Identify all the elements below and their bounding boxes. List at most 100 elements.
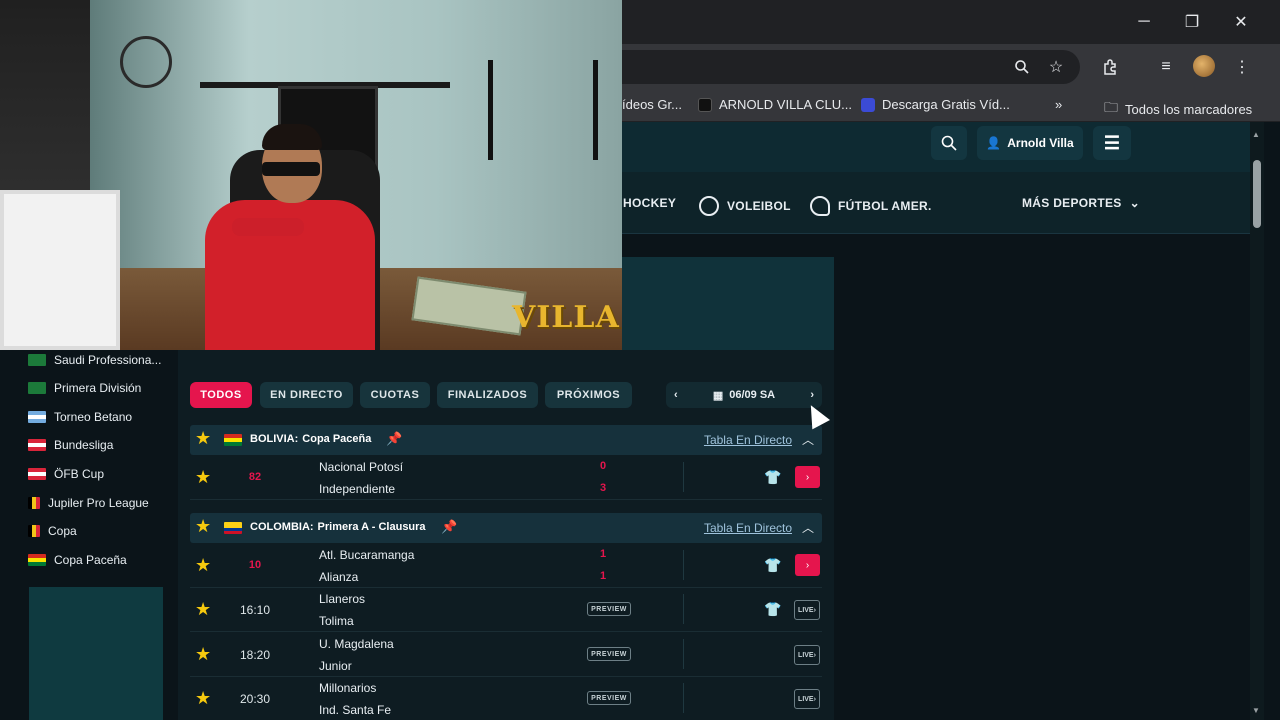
bookmark-star-icon[interactable]: ☆ — [1045, 56, 1067, 78]
tab-finalizados[interactable]: FINALIZADOS — [437, 382, 538, 408]
sidebar-league-item[interactable]: Bundesliga — [28, 438, 113, 452]
away-score: 1 — [599, 570, 607, 582]
pin-icon[interactable]: 📌 — [386, 431, 402, 447]
sport-voleibol[interactable]: VOLEIBOL — [699, 196, 791, 216]
all-bookmarks-button[interactable]: 🗀 Todos los marcadores — [1104, 97, 1252, 121]
match-details-button[interactable]: › — [795, 466, 820, 488]
lineup-shirt-icon[interactable]: 👕 — [764, 601, 781, 617]
more-sports-dropdown[interactable]: MÁS DEPORTES ⌄ — [1022, 196, 1140, 210]
tab-cuotas[interactable]: CUOTAS — [360, 382, 430, 408]
live-button[interactable]: LIVE › — [794, 645, 820, 665]
flag-icon — [28, 497, 40, 509]
home-team: Nacional Potosí — [319, 460, 404, 474]
match-time: 20:30 — [239, 692, 271, 706]
sidebar-league-item[interactable]: Copa Paceña — [28, 553, 127, 567]
away-team: Tolima — [319, 614, 354, 628]
lineup-shirt-icon[interactable]: 👕 — [764, 557, 781, 573]
webcam-microphone — [232, 218, 304, 236]
bookmark-item[interactable]: ídeos Gr... — [622, 97, 682, 112]
extensions-icon[interactable] — [1099, 56, 1121, 78]
chevron-right-icon[interactable]: › — [810, 389, 814, 401]
flag-icon — [224, 522, 242, 534]
sport-hockey[interactable]: HOCKEY — [623, 196, 676, 210]
favorite-star-icon[interactable]: ★ — [195, 428, 211, 449]
favorite-star-icon[interactable]: ★ — [195, 467, 211, 488]
webcam-wall-rack — [488, 60, 598, 160]
bookmark-item[interactable]: Descarga Gratis Víd... — [861, 97, 1010, 112]
promo-banner[interactable] — [622, 257, 834, 353]
preview-button[interactable]: PREVIEW — [587, 691, 631, 705]
flag-icon — [28, 525, 40, 537]
match-minute: 10 — [248, 559, 262, 571]
match-row[interactable]: ★ 82 Nacional Potosí Independiente 0 3 👕… — [190, 456, 822, 500]
match-details-button[interactable]: › — [795, 554, 820, 576]
tab-proximos[interactable]: PRÓXIMOS — [545, 382, 632, 408]
tab-todos[interactable]: TODOS — [190, 382, 252, 408]
divider — [683, 594, 684, 624]
scroll-down-icon[interactable]: ▼ — [1252, 706, 1260, 715]
chevron-left-icon[interactable]: ‹ — [674, 389, 678, 401]
league-title[interactable]: BOLIVIA: Copa Paceña — [250, 433, 371, 445]
live-button[interactable]: LIVE › — [794, 689, 820, 709]
sidebar-league-item[interactable]: Torneo Betano — [28, 410, 132, 424]
restore-icon[interactable]: ❐ — [1172, 8, 1212, 36]
preview-button[interactable]: PREVIEW — [587, 647, 631, 661]
flag-icon — [28, 411, 46, 423]
home-team: Millonarios — [319, 681, 377, 695]
volleyball-icon — [699, 196, 719, 216]
tabla-en-directo-link[interactable]: Tabla En Directo — [704, 433, 792, 447]
divider — [683, 639, 684, 669]
flag-icon — [28, 468, 46, 480]
chevron-up-icon[interactable]: ︿ — [802, 519, 814, 536]
chevron-up-icon[interactable]: ︿ — [802, 431, 814, 448]
sidebar-league-item[interactable]: Copa — [28, 524, 77, 538]
match-row[interactable]: ★ 10 Atl. Bucaramanga Alianza 1 1 👕 › — [190, 544, 822, 588]
date-navigator: ‹ ▦ 06/09 SA › — [666, 382, 822, 408]
favorite-star-icon[interactable]: ★ — [195, 599, 211, 620]
match-row[interactable]: ★ 20:30 Millonarios Ind. Santa Fe PREVIE… — [190, 677, 822, 720]
flag-icon — [28, 554, 46, 566]
match-row[interactable]: ★ 16:10 Llaneros Tolima PREVIEW 👕 LIVE › — [190, 588, 822, 632]
scroll-up-icon[interactable]: ▲ — [1252, 130, 1260, 139]
sidebar-league-item[interactable]: Primera División — [28, 381, 141, 395]
profile-avatar[interactable] — [1193, 55, 1215, 77]
zoom-icon[interactable] — [1011, 56, 1033, 78]
chevron-down-icon: ⌄ — [1129, 196, 1140, 210]
favorite-star-icon[interactable]: ★ — [195, 688, 211, 709]
favorite-star-icon[interactable]: ★ — [195, 555, 211, 576]
sidebar-promo[interactable] — [29, 587, 163, 720]
away-score: 3 — [599, 482, 607, 494]
sidebar-league-item[interactable]: Saudi Professiona... — [28, 353, 161, 367]
close-icon[interactable]: ✕ — [1221, 8, 1261, 36]
hamburger-menu-button[interactable]: ☰ — [1093, 126, 1131, 160]
sidebar-league-item[interactable]: Jupiler Pro League — [28, 496, 149, 510]
lineup-shirt-icon[interactable]: 👕 — [764, 469, 781, 485]
live-button[interactable]: LIVE › — [794, 600, 820, 620]
minimize-icon[interactable]: ─ — [1124, 8, 1164, 36]
calendar-icon[interactable]: ▦ — [713, 389, 723, 402]
user-account-button[interactable]: 👤 Arnold Villa — [977, 126, 1083, 160]
divider — [683, 683, 684, 713]
tabla-en-directo-link[interactable]: Tabla En Directo — [704, 521, 792, 535]
favorite-star-icon[interactable]: ★ — [195, 516, 211, 537]
preview-button[interactable]: PREVIEW — [587, 602, 631, 616]
match-minute: 82 — [248, 471, 262, 483]
league-title[interactable]: COLOMBIA: Primera A - Clausura — [250, 521, 426, 533]
tab-en-directo[interactable]: EN DIRECTO — [260, 382, 353, 408]
user-icon: 👤 — [986, 136, 1002, 150]
sport-futbol-americano[interactable]: FÚTBOL AMER. — [810, 196, 932, 216]
scrollbar-thumb[interactable] — [1253, 160, 1261, 228]
match-row[interactable]: ★ 18:20 U. Magdalena Junior PREVIEW LIVE… — [190, 633, 822, 677]
search-button[interactable] — [931, 126, 967, 160]
address-bar[interactable] — [560, 50, 1080, 84]
sidebar-league-item[interactable]: ÖFB Cup — [28, 467, 104, 481]
favorite-star-icon[interactable]: ★ — [195, 644, 211, 665]
date-label[interactable]: 06/09 SA — [729, 389, 775, 401]
flag-icon — [224, 434, 242, 446]
media-control-icon[interactable]: ≡ — [1155, 56, 1177, 78]
pin-icon[interactable]: 📌 — [441, 519, 457, 535]
bookmark-item[interactable]: ARNOLD VILLA CLU... — [698, 97, 852, 112]
browser-menu-icon[interactable]: ⋮ — [1231, 56, 1253, 78]
away-team: Alianza — [319, 570, 359, 584]
bookmarks-overflow-icon[interactable]: » — [1055, 97, 1062, 112]
